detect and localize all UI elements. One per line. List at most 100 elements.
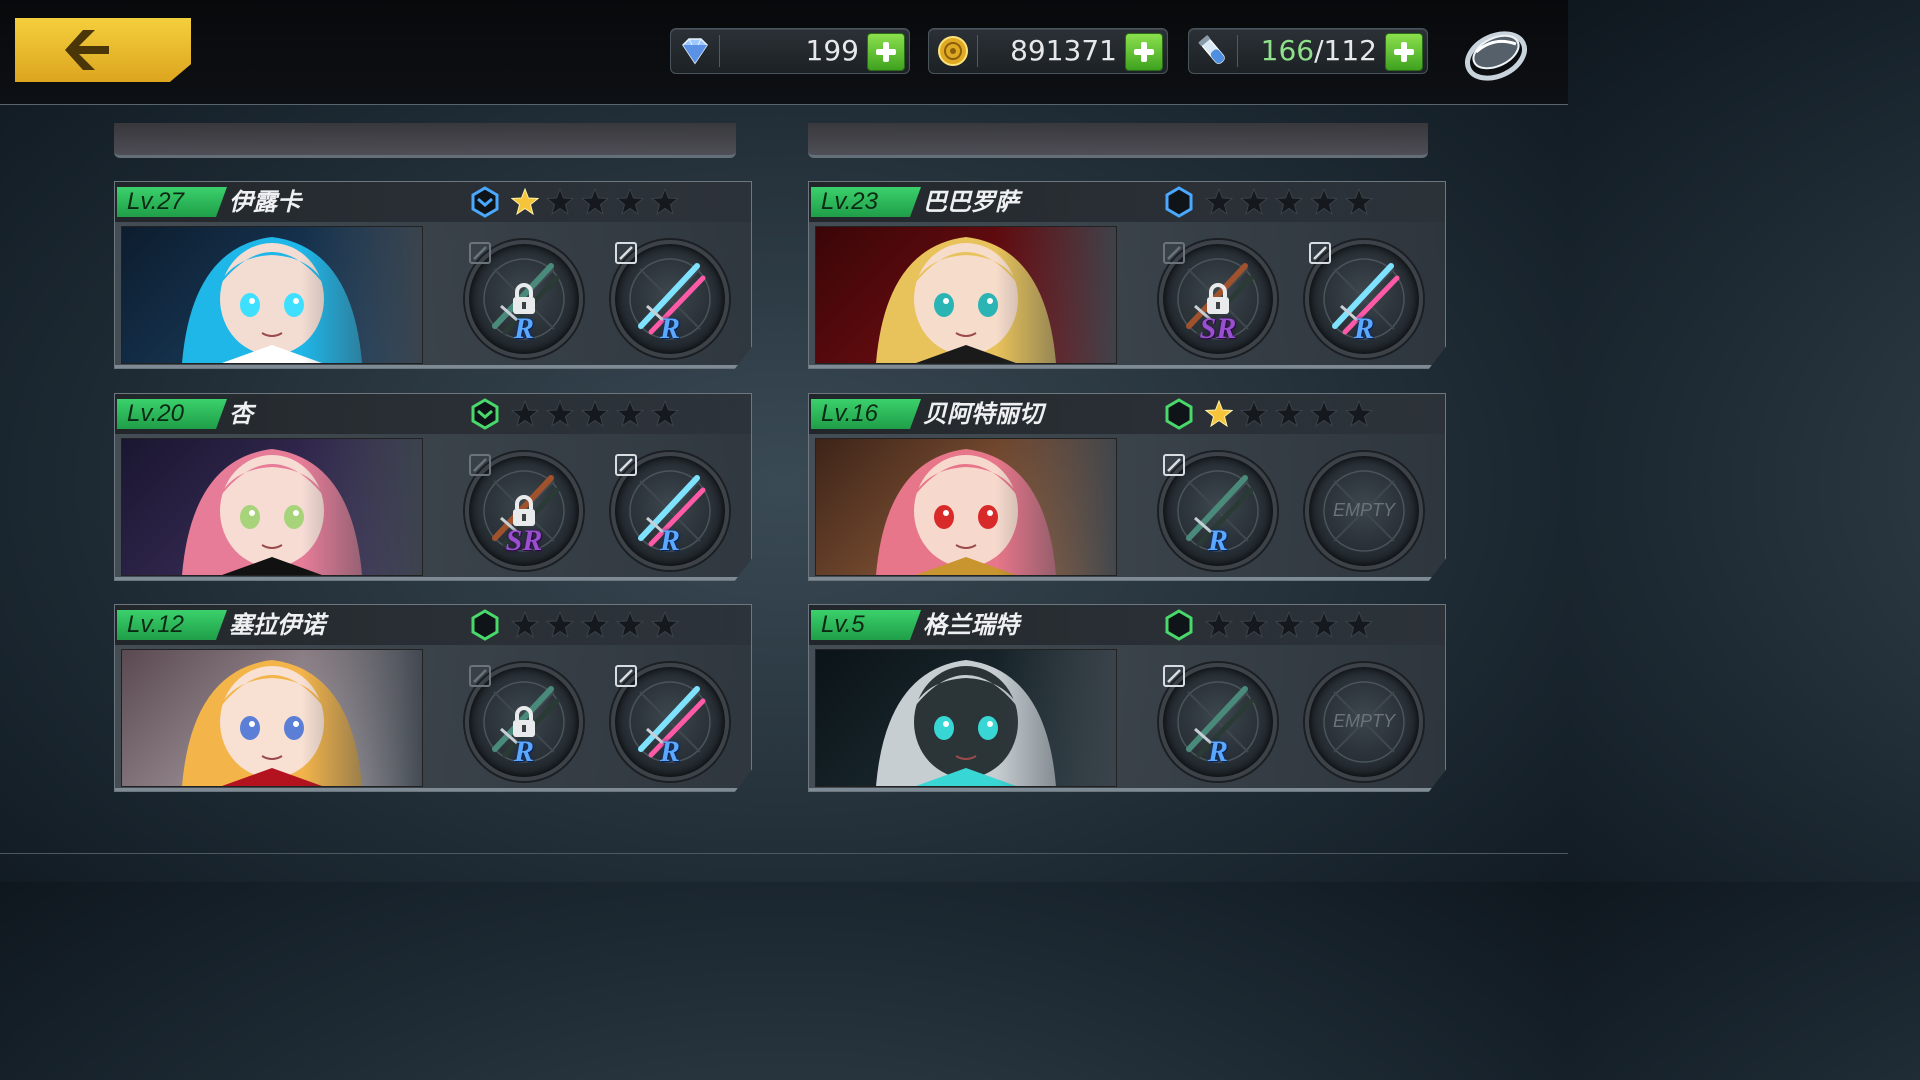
star-empty-icon [651, 400, 679, 428]
star-empty-icon [1240, 400, 1268, 428]
add-gems-button[interactable] [867, 33, 905, 71]
rarity-label: R [659, 524, 680, 557]
character-portrait[interactable] [121, 226, 423, 364]
edit-icon[interactable] [615, 665, 637, 687]
card-header: Lv.20 杏 [115, 394, 751, 434]
empty-equipment-slot[interactable]: EMPTY [1305, 452, 1423, 570]
star-rating [1205, 188, 1380, 218]
card-header: Lv.12 塞拉伊诺 [115, 605, 751, 645]
level-badge: Lv.20 [117, 399, 227, 429]
star-empty-icon [546, 188, 574, 216]
rarity-label: R [1207, 524, 1228, 557]
edit-icon[interactable] [1163, 454, 1185, 476]
stamina-value: 166/112 [1261, 34, 1377, 67]
character-name: 伊露卡 [229, 188, 301, 216]
gems-value: 199 [805, 34, 859, 67]
character-card[interactable]: Lv.23 巴巴罗萨 SR R [808, 181, 1446, 369]
edit-icon[interactable] [1309, 242, 1331, 264]
character-list[interactable]: Lv.27 伊露卡 R R Lv.23 巴巴罗萨 SR R Lv.20 杏 SR… [0, 105, 1568, 853]
back-arrow-icon [65, 30, 109, 70]
star-empty-icon [581, 188, 609, 216]
empty-equipment-slot[interactable]: EMPTY [1305, 663, 1423, 781]
star-empty-icon [1310, 188, 1338, 216]
partial-card [808, 123, 1428, 158]
add-stamina-button[interactable] [1385, 33, 1423, 71]
star-empty-icon [616, 188, 644, 216]
edit-icon[interactable] [615, 454, 637, 476]
rank-hexagon-icon [471, 186, 499, 218]
rarity-label: R [659, 312, 680, 345]
rarity-label: R [659, 735, 680, 768]
stamina-current: 166 [1260, 34, 1315, 67]
star-empty-icon [1275, 611, 1303, 639]
rarity-label: SR [505, 524, 543, 557]
star-empty-icon [511, 611, 539, 639]
star-empty-icon [1275, 188, 1303, 216]
character-name: 贝阿特丽切 [923, 400, 1043, 428]
lock-icon [1207, 283, 1229, 314]
star-empty-icon [651, 188, 679, 216]
character-card[interactable]: Lv.5 格兰瑞特 R EMPTY [808, 604, 1446, 792]
character-name: 塞拉伊诺 [229, 611, 325, 639]
empty-label: EMPTY [1332, 711, 1395, 731]
edit-icon[interactable] [1163, 665, 1185, 687]
character-card[interactable]: Lv.16 贝阿特丽切 R EMPTY [808, 393, 1446, 581]
rank-hexagon-icon [471, 398, 499, 430]
card-header: Lv.5 格兰瑞特 [809, 605, 1445, 645]
star-empty-icon [651, 611, 679, 639]
star-empty-icon [1240, 611, 1268, 639]
star-empty-icon [1345, 611, 1373, 639]
rarity-label: R [1207, 735, 1228, 768]
star-filled-icon [511, 188, 539, 216]
rank-hexagon-icon [1165, 609, 1193, 641]
star-empty-icon [1205, 188, 1233, 216]
coin-icon [938, 36, 968, 66]
separator [977, 35, 978, 67]
star-empty-icon [616, 611, 644, 639]
level-badge: Lv.23 [811, 187, 921, 217]
gems-counter: 199 [670, 28, 910, 74]
level-badge: Lv.27 [117, 187, 227, 217]
character-portrait[interactable] [815, 226, 1117, 364]
rank-hexagon-icon [1165, 186, 1193, 218]
top-bar: 199 891371 166/112 [0, 0, 1568, 105]
star-empty-icon [616, 400, 644, 428]
star-rating [511, 188, 686, 218]
star-empty-icon [511, 400, 539, 428]
gold-value: 891371 [1010, 34, 1117, 67]
character-card[interactable]: Lv.20 杏 SR R [114, 393, 752, 581]
edit-icon[interactable] [615, 242, 637, 264]
character-card[interactable]: Lv.27 伊露卡 R R [114, 181, 752, 369]
potion-icon [1198, 35, 1225, 64]
rank-hexagon-icon [471, 609, 499, 641]
star-empty-icon [1240, 188, 1268, 216]
character-portrait[interactable] [121, 649, 423, 787]
star-empty-icon [1205, 611, 1233, 639]
star-empty-icon [581, 611, 609, 639]
character-portrait[interactable] [815, 649, 1117, 787]
edit-disabled-icon[interactable] [469, 665, 491, 687]
character-name: 巴巴罗萨 [923, 188, 1019, 216]
card-header: Lv.23 巴巴罗萨 [809, 182, 1445, 222]
edit-disabled-icon[interactable] [469, 242, 491, 264]
star-empty-icon [1310, 611, 1338, 639]
star-rating [1205, 400, 1380, 430]
star-empty-icon [1345, 188, 1373, 216]
edit-disabled-icon[interactable] [1163, 242, 1185, 264]
level-badge: Lv.12 [117, 610, 227, 640]
divider [0, 853, 1568, 854]
separator [719, 35, 720, 67]
add-gold-button[interactable] [1125, 33, 1163, 71]
rarity-label: R [1353, 312, 1374, 345]
character-card[interactable]: Lv.12 塞拉伊诺 R R [114, 604, 752, 792]
rarity-label: SR [1199, 312, 1237, 345]
character-name: 格兰瑞特 [923, 611, 1019, 639]
back-button[interactable] [15, 18, 191, 82]
character-portrait[interactable] [815, 438, 1117, 576]
level-badge: Lv.5 [811, 610, 921, 640]
edit-disabled-icon[interactable] [469, 454, 491, 476]
star-empty-icon [581, 400, 609, 428]
card-header: Lv.27 伊露卡 [115, 182, 751, 222]
ring-icon[interactable] [1460, 22, 1532, 86]
character-portrait[interactable] [121, 438, 423, 576]
